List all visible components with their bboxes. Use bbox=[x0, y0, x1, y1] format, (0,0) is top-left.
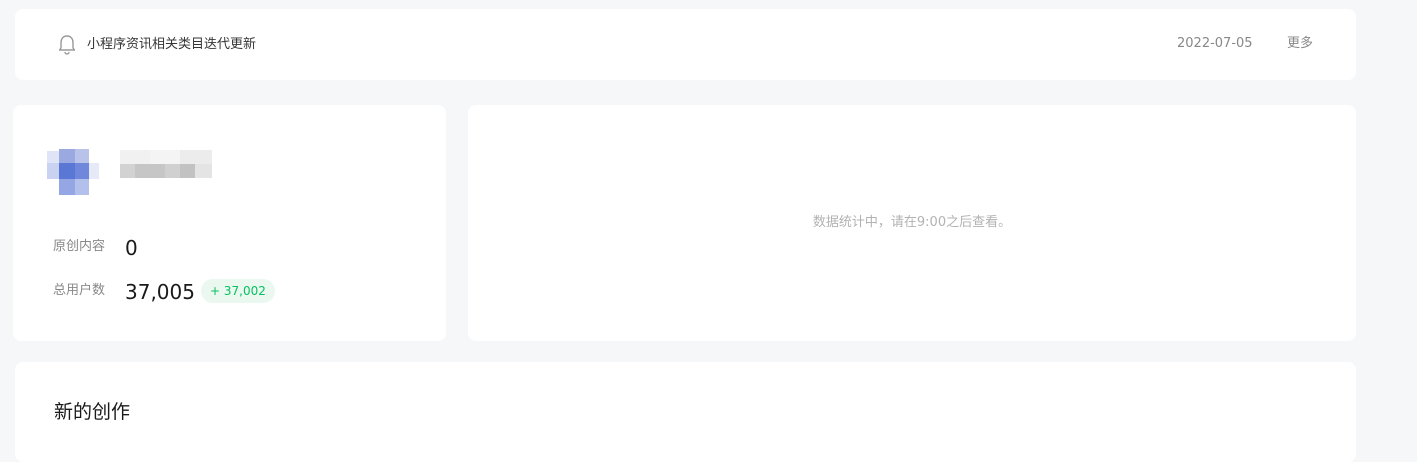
section-title: 新的创作 bbox=[54, 401, 131, 423]
total-users-growth-badge: + 37,002 bbox=[201, 279, 275, 303]
nickname-blurred bbox=[120, 150, 212, 180]
stats-card: 数据统计中，请在9:00之后查看。 bbox=[468, 105, 1356, 341]
new-creation-card: 新的创作 bbox=[15, 362, 1356, 462]
notice-bar[interactable]: 小程序资讯相关类目迭代更新 2022-07-05 更多 bbox=[15, 9, 1356, 80]
avatar[interactable] bbox=[45, 145, 107, 207]
total-users-value: 37,005 bbox=[125, 280, 195, 304]
total-users-label: 总用户数 bbox=[53, 283, 106, 298]
stats-pending-message: 数据统计中，请在9:00之后查看。 bbox=[812, 215, 1012, 230]
original-content-label: 原创内容 bbox=[53, 239, 106, 254]
original-content-value: 0 bbox=[125, 236, 138, 260]
notice-text[interactable]: 小程序资讯相关类目迭代更新 bbox=[87, 36, 256, 54]
more-link[interactable]: 更多 bbox=[1287, 35, 1313, 53]
account-overview-card: 原创内容 0 总用户数 37,005 + 37,002 bbox=[13, 105, 446, 341]
bell-icon bbox=[57, 34, 77, 56]
notice-date: 2022-07-05 bbox=[1177, 36, 1253, 51]
